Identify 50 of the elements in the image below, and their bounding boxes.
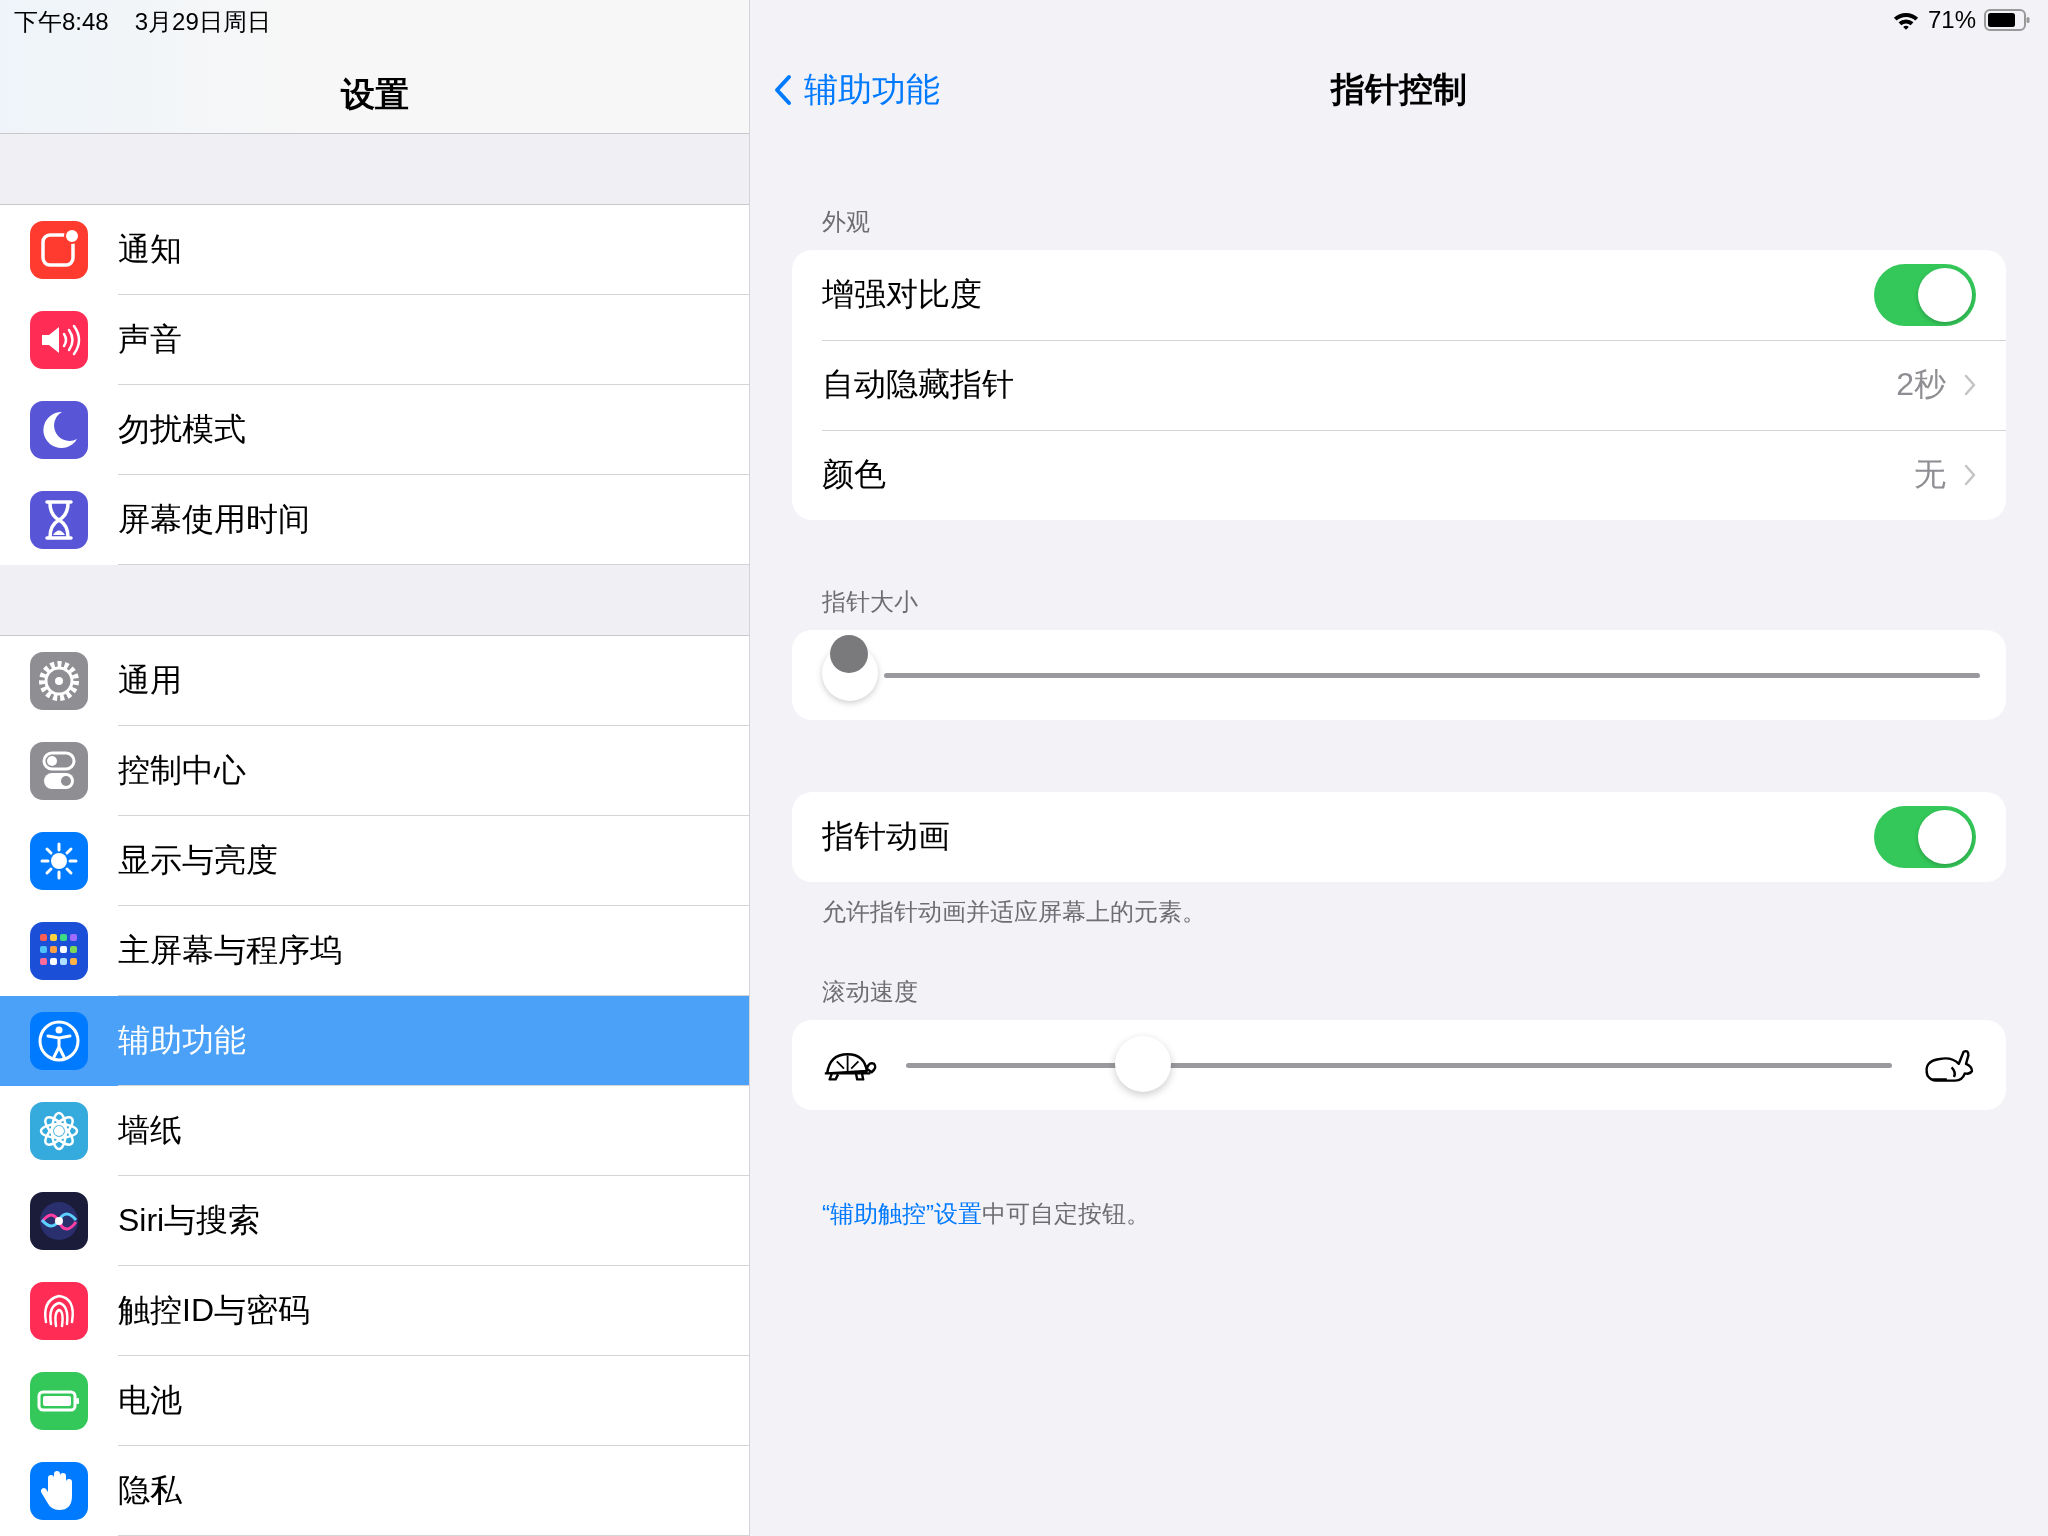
back-button[interactable]: 辅助功能 bbox=[774, 63, 940, 117]
sidebar-item[interactable]: 声音 bbox=[0, 295, 749, 385]
sidebar-item[interactable]: 显示与亮度 bbox=[0, 816, 749, 906]
setting-label: 颜色 bbox=[822, 455, 887, 494]
accessibility-icon bbox=[30, 1012, 88, 1070]
status-time: 下午8:48 bbox=[14, 7, 109, 37]
sidebar-item[interactable]: Siri与搜索 bbox=[0, 1176, 749, 1266]
sidebar-item[interactable]: 勿扰模式 bbox=[0, 385, 749, 475]
battery-icon bbox=[1984, 9, 2030, 31]
footnote-text: “辅助触控”设置中可自定按钮。 bbox=[822, 1199, 1151, 1229]
setting-value: 无 bbox=[1914, 455, 1946, 494]
sidebar-item[interactable]: 墙纸 bbox=[0, 1086, 749, 1176]
setting-label: 增强对比度 bbox=[822, 275, 983, 314]
battery-icon bbox=[30, 1372, 88, 1430]
orb-icon bbox=[30, 1192, 88, 1250]
sidebar-item[interactable]: 控制中心 bbox=[0, 726, 749, 816]
sidebar-title: 设置 bbox=[339, 74, 410, 115]
sidebar-item[interactable]: 通知 bbox=[0, 205, 749, 295]
hourglass-icon bbox=[30, 491, 88, 549]
sidebar-item[interactable]: 电池 bbox=[0, 1356, 749, 1446]
flower-icon bbox=[30, 1102, 88, 1160]
section-header: 外观 bbox=[821, 207, 871, 237]
fingerprint-icon bbox=[30, 1282, 88, 1340]
chevron-icon bbox=[1964, 374, 1976, 396]
slider-thumb[interactable] bbox=[1114, 1035, 1171, 1092]
notification-icon bbox=[30, 221, 88, 279]
moon-icon bbox=[30, 401, 88, 459]
status-date: 3月29日周日 bbox=[134, 7, 271, 37]
section-header: 指针大小 bbox=[821, 587, 919, 617]
sun-icon bbox=[30, 832, 88, 890]
assistive-touch-link[interactable]: “辅助触控”设置 bbox=[822, 1200, 982, 1227]
hand-icon bbox=[30, 1462, 88, 1520]
page-title: 指针控制 bbox=[1331, 69, 1467, 110]
battery-percent: 71% bbox=[1927, 6, 1976, 34]
section-header: 滚动速度 bbox=[821, 977, 919, 1007]
sidebar-item[interactable]: 主屏幕与程序坞 bbox=[0, 906, 749, 996]
sidebar-item[interactable]: 触控ID与密码 bbox=[0, 1266, 749, 1356]
gear-icon bbox=[30, 652, 88, 710]
app-grid-icon bbox=[30, 922, 88, 980]
sidebar-item[interactable]: 隐私 bbox=[0, 1446, 749, 1536]
sidebar-item[interactable]: 屏幕使用时间 bbox=[0, 475, 749, 565]
setting-label: 指针动画 bbox=[822, 817, 951, 856]
toggles-icon bbox=[30, 742, 88, 800]
section-footer: 允许指针动画并适应屏幕上的元素。 bbox=[792, 882, 2006, 942]
back-chevron-icon bbox=[774, 74, 792, 106]
setting-value: 2秒 bbox=[1896, 365, 1946, 404]
setting-label: 自动隐藏指针 bbox=[822, 365, 1015, 404]
chevron-icon bbox=[1964, 464, 1976, 486]
speaker-icon bbox=[30, 311, 88, 369]
sidebar-item[interactable]: 通用 bbox=[0, 636, 749, 726]
